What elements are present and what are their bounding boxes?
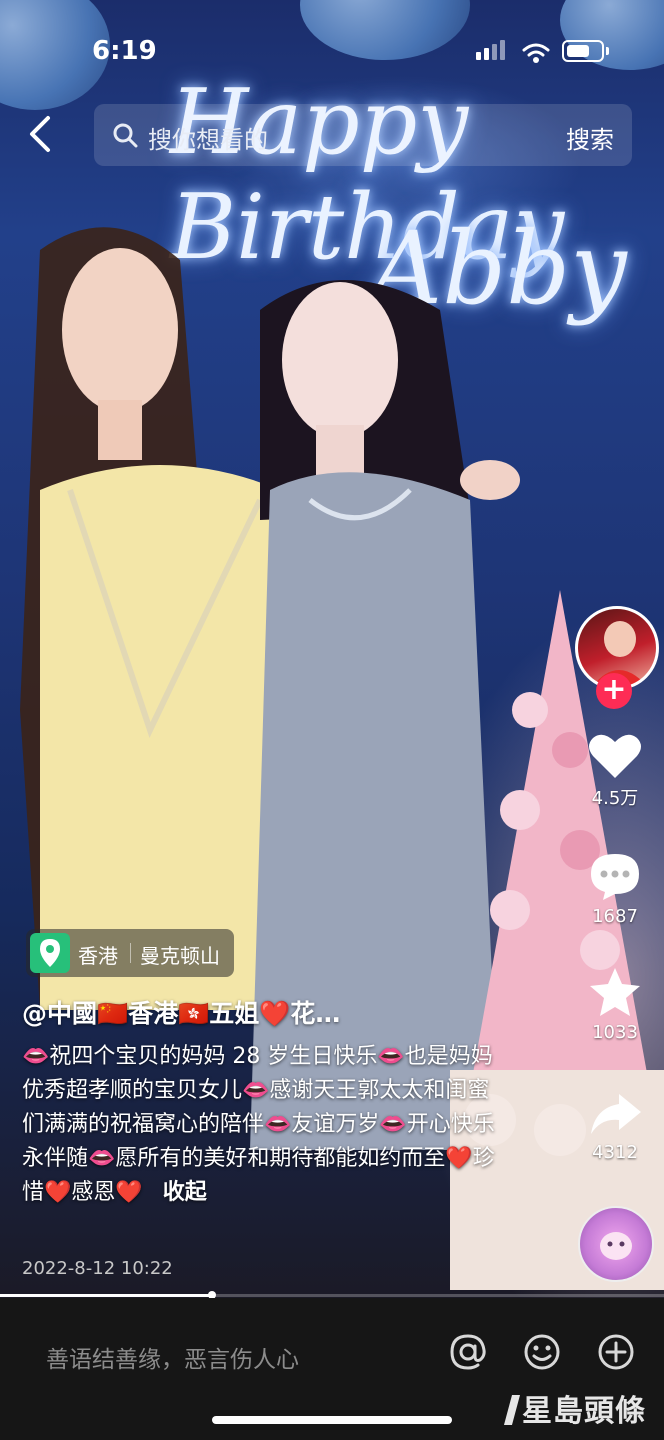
follow-button[interactable]: +: [596, 673, 632, 709]
news-watermark: 星島頭條: [503, 1386, 646, 1430]
like-button[interactable]: 4.5万: [574, 730, 656, 810]
search-button[interactable]: 搜索: [566, 120, 614, 155]
status-time: 6:19: [92, 36, 157, 66]
comment-input[interactable]: 善语结善缘，恶言伤人心: [46, 1340, 299, 1374]
battery-icon: [562, 40, 609, 62]
post-caption: 👄祝四个宝贝的妈妈 28 岁生日快乐👄也是妈妈优秀超孝顺的宝贝女儿👄感谢天王郭太…: [22, 1040, 502, 1210]
video-screen: Happy Birthday Abby 6:19 搜你想看的 搜索 + 4.5万…: [0, 0, 664, 1440]
emoji-icon[interactable]: [522, 1332, 562, 1372]
author-username[interactable]: @中國🇨🇳香港🇭🇰五姐❤️花…: [22, 994, 340, 1030]
watermark-text: 星島頭條: [522, 1394, 646, 1429]
location-city: 香港: [78, 944, 118, 968]
share-icon: [591, 1094, 641, 1134]
search-input[interactable]: 搜你想看的: [148, 120, 268, 155]
add-icon[interactable]: [596, 1332, 636, 1372]
caption-text: 👄祝四个宝贝的妈妈 28 岁生日快乐👄也是妈妈优秀超孝顺的宝贝女儿👄感谢天王郭太…: [22, 1044, 495, 1205]
location-district: 曼克顿山: [140, 944, 220, 968]
comment-count: 1687: [592, 906, 638, 927]
favorite-count: 1033: [592, 1022, 638, 1043]
wifi-icon: [522, 43, 550, 63]
music-disc[interactable]: [578, 1206, 654, 1282]
at-icon[interactable]: [448, 1332, 488, 1372]
location-tag[interactable]: 香港 曼克顿山: [26, 929, 234, 977]
search-bar[interactable]: 搜你想看的 搜索: [94, 104, 632, 166]
location-divider: [130, 943, 131, 963]
home-indicator: [212, 1416, 452, 1424]
search-icon: [113, 123, 138, 148]
location-pin-icon: [30, 933, 70, 973]
share-button[interactable]: 4312: [574, 1090, 656, 1163]
like-count: 4.5万: [591, 788, 639, 809]
post-date: 2022-8-12 10:22: [22, 1258, 173, 1279]
favorite-button[interactable]: 1033: [574, 966, 656, 1043]
video-progress-bar[interactable]: [0, 1291, 664, 1299]
share-count: 4312: [592, 1142, 638, 1163]
heart-icon: [589, 734, 641, 778]
progress-fill: [0, 1294, 213, 1297]
status-bar: 6:19: [0, 20, 664, 80]
comment-icon: [591, 854, 639, 900]
music-disc-art: [600, 1232, 632, 1260]
star-icon: [590, 968, 640, 1016]
collapse-button[interactable]: 收起: [163, 1180, 207, 1205]
back-icon[interactable]: [22, 112, 62, 156]
comment-button[interactable]: 1687: [574, 850, 656, 927]
